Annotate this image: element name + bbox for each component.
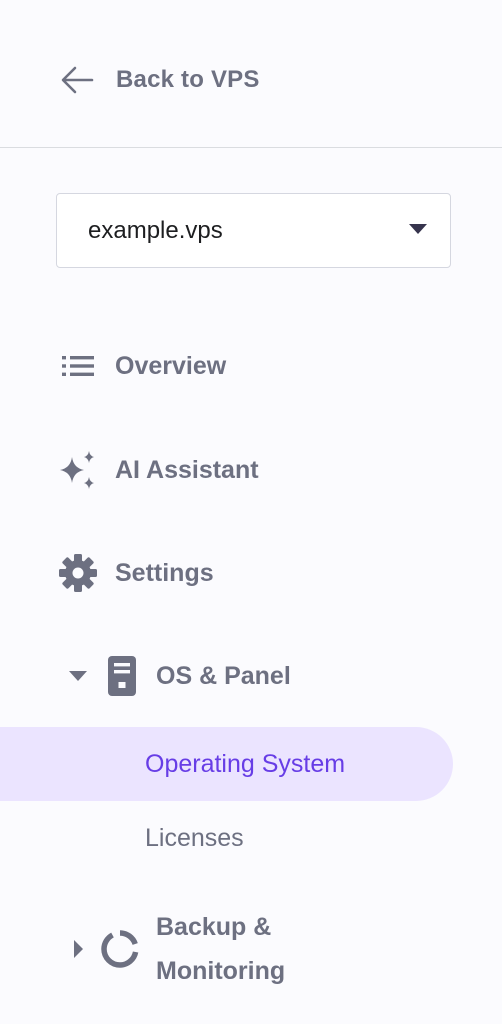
sidebar-item-settings[interactable]: Settings [56, 543, 214, 603]
header-divider [0, 147, 502, 148]
backup-label-line1: Backup & [156, 913, 272, 941]
back-to-vps-label: Back to VPS [116, 66, 260, 93]
server-select-value: example.vps [88, 216, 223, 244]
caret-right-icon [66, 937, 90, 961]
sidebar-item-overview-label: Overview [115, 351, 227, 380]
sidebar-subitem-operating-system-label: Operating System [145, 749, 346, 778]
monitoring-circle-icon [98, 927, 142, 971]
sidebar-item-overview[interactable]: Overview [56, 336, 226, 396]
sparkles-icon [56, 448, 100, 492]
sidebar-item-backup-monitoring[interactable]: Backup & Monitoring [66, 905, 285, 993]
sidebar-item-settings-label: Settings [115, 558, 214, 587]
server-icon [100, 654, 144, 698]
sidebar-item-backup-monitoring-label: Backup & Monitoring [142, 905, 285, 993]
sidebar-item-os-panel-label: OS & Panel [156, 661, 291, 690]
sidebar-item-ai-assistant-label: AI Assistant [115, 455, 259, 484]
sidebar-subitem-licenses-label: Licenses [145, 823, 244, 852]
server-select[interactable]: example.vps [56, 193, 451, 268]
caret-down-icon [408, 222, 428, 240]
back-to-vps-link[interactable]: Back to VPS [60, 58, 260, 102]
gear-icon [56, 551, 100, 595]
list-icon [56, 344, 100, 388]
sidebar-subitem-licenses[interactable]: Licenses [0, 801, 453, 875]
sidebar-subitem-operating-system[interactable]: Operating System [0, 727, 453, 801]
sidebar-item-ai-assistant[interactable]: AI Assistant [56, 440, 259, 500]
arrow-left-icon [60, 65, 94, 95]
caret-down-icon [66, 664, 90, 688]
sidebar-item-os-panel[interactable]: OS & Panel [66, 646, 291, 706]
backup-label-line2: Monitoring [156, 957, 286, 985]
